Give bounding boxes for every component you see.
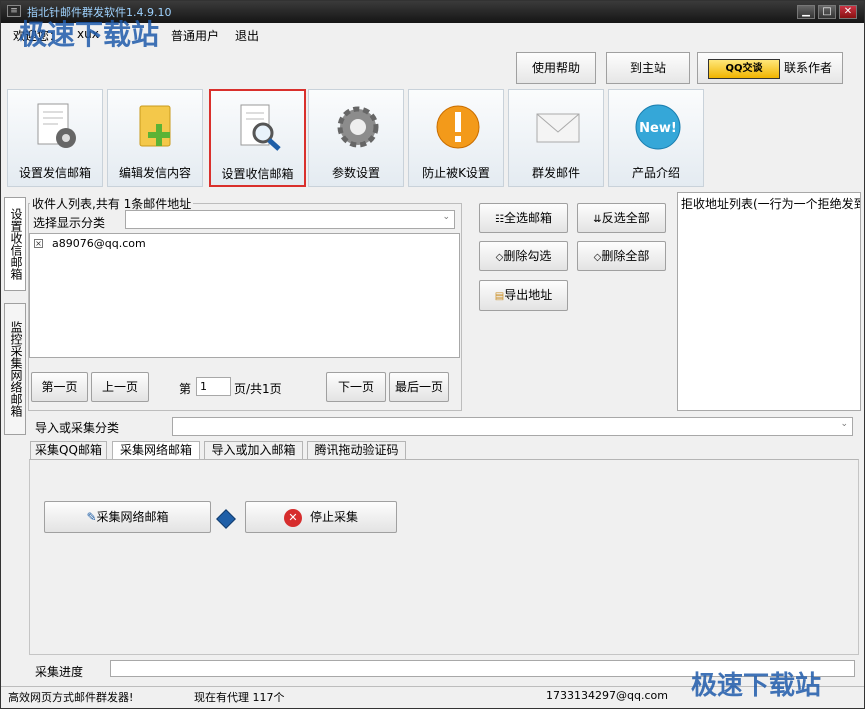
home-button[interactable]: 到主站 [606, 52, 690, 84]
toolbar-edit-content[interactable]: 编辑发信内容 [107, 89, 203, 187]
recipient-email: a89076@qq.com [52, 237, 146, 250]
toolbar-label: 设置发信邮箱 [18, 166, 91, 180]
progress-label: 采集进度 [35, 665, 84, 679]
toolbar-label: 编辑发信内容 [118, 166, 191, 180]
start-collect-button[interactable]: ✎采集网络邮箱 [44, 501, 211, 533]
folder-plus-icon [139, 105, 171, 147]
doc-gear-icon [37, 103, 76, 148]
delete-all-label: 删除全部 [601, 249, 650, 263]
new-badge-text: New! [639, 121, 677, 136]
watermark-top: 极速下载站 [19, 18, 160, 51]
toolbar-mass-send[interactable]: 群发邮件 [508, 89, 604, 187]
toolbar-label: 群发邮件 [531, 166, 580, 180]
invert-select-button[interactable]: ⇊反选全部 [577, 203, 666, 233]
select-all-icon: ☷ [495, 214, 504, 225]
select-all-label: 全选邮箱 [503, 211, 552, 225]
chevron-down-icon: ⌄ [840, 419, 848, 429]
minimize-button[interactable]: ▁ [797, 5, 815, 19]
delete-checked-label: 删除勾选 [503, 249, 552, 263]
first-page-button[interactable]: 第一页 [31, 372, 88, 402]
app-window: ≡ 指北针邮件群发软件1.4.9.10 ▁ □ ✕ 欢迎您： xux 普通用户 … [0, 0, 865, 709]
new-badge-icon: New! [635, 104, 681, 150]
qq-chat-icon: QQ交谈 [707, 58, 780, 79]
toolbar-set-sender[interactable]: 设置发信邮箱 [7, 89, 103, 187]
invert-select-icon: ⇊ [593, 214, 602, 225]
invert-select-label: 反选全部 [601, 211, 650, 225]
side-tab-monitor-collect[interactable]: 监控采集网络邮箱 [4, 303, 26, 435]
chevron-down-icon: ⌄ [442, 212, 450, 222]
toolbar-label: 设置收信邮箱 [221, 167, 294, 181]
page-prefix: 第 [179, 382, 192, 396]
help-button[interactable]: 使用帮助 [516, 52, 596, 84]
start-collect-label: 采集网络邮箱 [96, 510, 169, 524]
prev-page-button[interactable]: 上一页 [91, 372, 149, 402]
toolbar-label: 参数设置 [331, 166, 380, 180]
collect-icon: ✎ [86, 510, 97, 524]
delete-all-button[interactable]: ◇删除全部 [577, 241, 666, 271]
side-tab-set-recipient[interactable]: 设置收信邮箱 [4, 197, 26, 291]
tab-import-add[interactable]: 导入或加入邮箱 [204, 441, 303, 460]
watermark-bottom: 极速下载站 [691, 671, 822, 701]
delete-checked-button[interactable]: ◇删除勾选 [479, 241, 568, 271]
toolbar-label: 防止被K设置 [422, 166, 490, 180]
toolbar-product-intro[interactable]: New! 产品介绍 [608, 89, 704, 187]
contact-author-button[interactable]: QQ交谈 联系作者 [697, 52, 843, 84]
import-category-select[interactable]: ⌄ [172, 417, 853, 436]
toolbar-label: 产品介绍 [631, 166, 680, 180]
reject-list[interactable]: 拒收地址列表(一行为一个拒绝发到 [677, 192, 861, 411]
warning-icon [436, 105, 480, 149]
tab-tencent-captcha[interactable]: 腾讯拖动验证码 [307, 441, 406, 460]
last-page-button[interactable]: 最后一页 [389, 372, 449, 402]
recipient-list[interactable]: × a89076@qq.com [29, 233, 460, 358]
toolbar-set-recipient[interactable]: 设置收信邮箱 [209, 89, 306, 187]
contact-author-label: 联系作者 [783, 61, 832, 75]
page-input[interactable]: 1 [196, 377, 231, 396]
category-label: 选择显示分类 [33, 216, 106, 230]
status-slogan: 高效网页方式邮件群发器! [8, 691, 134, 704]
tab-panel [29, 459, 859, 655]
doc-search-icon [240, 104, 281, 151]
close-button[interactable]: ✕ [839, 5, 857, 19]
toolbar-anti-ban[interactable]: 防止被K设置 [408, 89, 504, 187]
stop-icon: ✕ [283, 508, 302, 527]
tab-collect-web[interactable]: 采集网络邮箱 [112, 441, 200, 460]
user-level: 普通用户 [171, 29, 220, 43]
category-select[interactable]: ⌄ [125, 210, 455, 229]
maximize-button[interactable]: □ [818, 5, 836, 19]
export-button[interactable]: ▤导出地址 [479, 280, 568, 311]
export-label: 导出地址 [504, 288, 553, 302]
status-email: 1733134297@qq.com [546, 689, 668, 702]
export-icon: ▤ [494, 291, 505, 302]
reject-list-title: 拒收地址列表(一行为一个拒绝发到 [681, 197, 861, 211]
page-suffix: 页/共1页 [234, 382, 282, 396]
gear-icon [337, 106, 379, 148]
select-all-button[interactable]: ☷全选邮箱 [479, 203, 568, 233]
stop-collect-button[interactable]: ✕ 停止采集 [245, 501, 397, 533]
next-page-button[interactable]: 下一页 [326, 372, 386, 402]
envelope-icon [536, 113, 580, 143]
recipient-checkbox[interactable]: × [34, 239, 43, 248]
toolbar-parameters[interactable]: 参数设置 [308, 89, 404, 187]
tab-collect-qq[interactable]: 采集QQ邮箱 [30, 441, 107, 460]
status-proxy: 现在有代理 117个 [194, 691, 285, 704]
import-label: 导入或采集分类 [35, 421, 120, 435]
logout-link[interactable]: 退出 [235, 27, 259, 44]
stop-collect-label: 停止采集 [309, 510, 358, 524]
